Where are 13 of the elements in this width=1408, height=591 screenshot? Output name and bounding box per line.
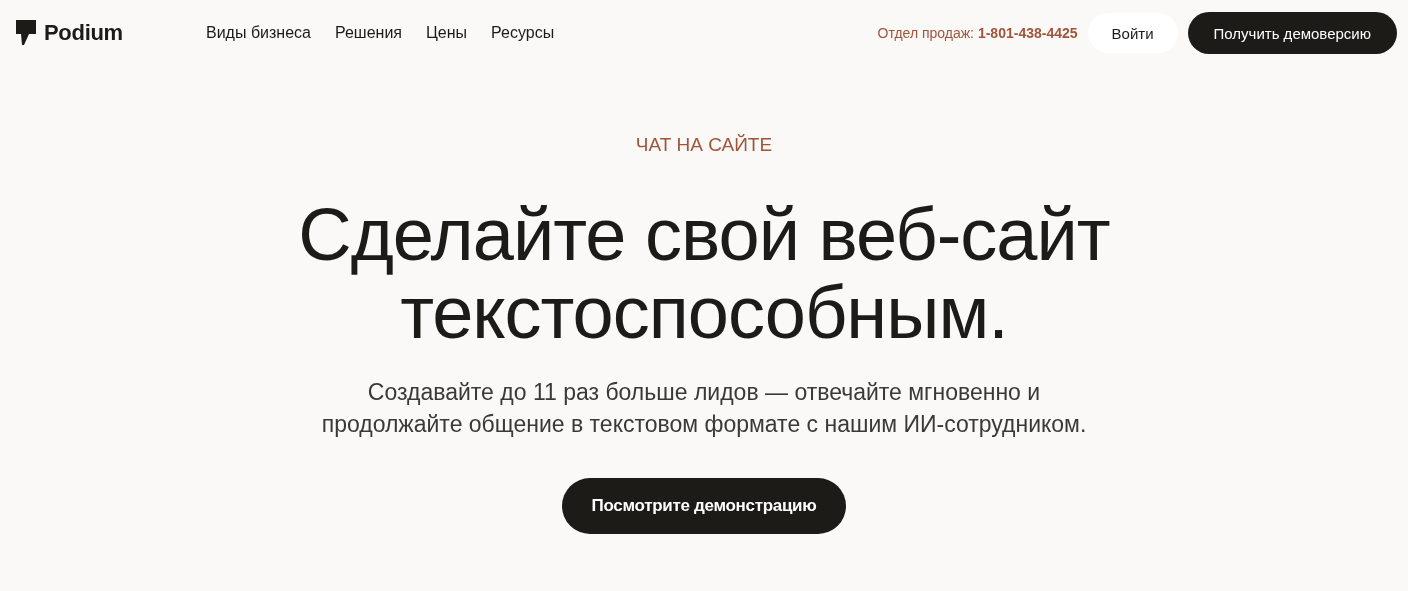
hero-subtitle: Создавайте до 11 раз больше лидов — отвечайте мгновенно и продолжайте общение в текстовом формате с нашим ИИ-сотрудником. (321, 378, 1087, 439)
hero-heading: Сделайте свой веб-сайт текстоспособным. (298, 196, 1110, 352)
eyebrow-label: ЧАТ НА САЙТЕ (635, 134, 773, 156)
sales-phone-link[interactable]: Отдел продаж: 1-801-438-4425 (877, 25, 1078, 41)
demo-button[interactable]: Получить демоверсию (1187, 12, 1397, 54)
nav-link[interactable]: Виды бизнеса (206, 24, 311, 42)
login-button[interactable]: Войти (1087, 13, 1178, 53)
logo-text[interactable]: Podium (44, 20, 123, 46)
nav-link[interactable]: Ресурсы (491, 24, 555, 42)
logo-icon (16, 20, 36, 46)
nav-link[interactable]: Цены (426, 24, 468, 42)
nav-link[interactable]: Решения (334, 24, 402, 42)
watch-demo-button[interactable]: Посмотрите демонстрацию (561, 478, 847, 534)
